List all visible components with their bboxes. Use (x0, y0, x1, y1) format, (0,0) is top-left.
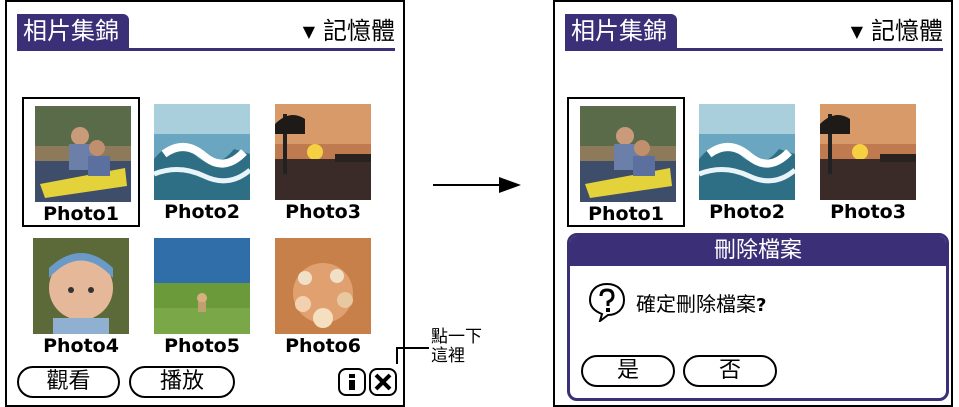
category-dropdown[interactable]: ▼ 記憶體 (303, 14, 395, 48)
photo-label: Photo2 (709, 201, 785, 223)
title-underline (565, 48, 943, 51)
title-underline (17, 48, 395, 51)
dialog-message: 確定刪除檔案? (636, 288, 766, 317)
category-dropdown[interactable]: ▼ 記憶體 (851, 14, 943, 48)
photo-thumbnail-3[interactable]: Photo3 (264, 97, 382, 227)
dialog-message-text: 確定刪除檔案 (636, 292, 756, 316)
photo-thumbnail-3[interactable]: Photo3 (809, 97, 927, 227)
delete-confirm-dialog: 刪除檔案 確定刪除檔案? 是 否 (567, 233, 949, 401)
photo-thumbnail-2[interactable]: Photo2 (143, 97, 261, 227)
dialog-title: 刪除檔案 (570, 236, 946, 266)
sunset-photo-image (820, 104, 916, 200)
photo-label: Photo3 (830, 201, 906, 223)
photo-thumbnail-1[interactable]: Photo1 (22, 97, 140, 227)
no-button[interactable]: 否 (683, 355, 777, 387)
photo-album-screen: 相片集錦 ▼ 記憶體 Photo1 Photo2 Photo3 Photo4 Ph… (5, 0, 405, 407)
app-title: 相片集錦 (565, 14, 677, 48)
info-button[interactable] (338, 368, 366, 396)
photo-label: Photo5 (164, 335, 240, 357)
right-arrow-icon (433, 177, 521, 193)
dialog-question-mark: ? (756, 295, 767, 316)
question-icon (588, 282, 626, 322)
wave-photo-image (699, 104, 795, 200)
info-icon (349, 374, 355, 390)
view-button[interactable]: 觀看 (17, 366, 120, 398)
callout-leader-icon (396, 347, 429, 364)
category-label: 記憶體 (871, 17, 943, 45)
wave-photo-image (154, 104, 250, 200)
boat-photo-image (35, 106, 131, 202)
photo-label: Photo1 (43, 203, 119, 225)
field-photo-image (154, 238, 250, 334)
kids-circle-photo-image (275, 238, 371, 334)
dropdown-triangle-icon: ▼ (302, 22, 315, 41)
category-label: 記憶體 (323, 17, 395, 45)
app-title: 相片集錦 (17, 14, 129, 48)
boat-photo-image (580, 106, 676, 202)
sunset-photo-image (275, 104, 371, 200)
title-bar: 相片集錦 ▼ 記憶體 (565, 14, 943, 52)
photo-thumbnail-6[interactable]: Photo6 (264, 231, 382, 361)
photo-thumbnail-2[interactable]: Photo2 (688, 97, 806, 227)
dropdown-triangle-icon: ▼ (850, 22, 863, 41)
title-bar: 相片集錦 ▼ 記憶體 (17, 14, 395, 52)
callout-text: 點一下 這裡 (431, 328, 482, 366)
photo-label: Photo6 (285, 335, 361, 357)
photo-label: Photo4 (43, 335, 119, 357)
callout-line-2: 這裡 (431, 346, 465, 366)
photo-thumbnail-5[interactable]: Photo5 (143, 231, 261, 361)
yes-button[interactable]: 是 (581, 355, 675, 387)
photo-label: Photo3 (285, 201, 361, 223)
click-here-callout: 點一下 這裡 (383, 326, 503, 386)
photo-label: Photo1 (588, 203, 664, 225)
play-button[interactable]: 播放 (129, 366, 235, 398)
photo-label: Photo2 (164, 201, 240, 223)
photo-album-screen-confirm: 相片集錦 ▼ 記憶體 Photo1 Photo2 Photo3 刪除檔案 確定刪除… (553, 0, 953, 407)
photo-thumbnail-4[interactable]: Photo4 (22, 231, 140, 361)
photo-thumbnail-1[interactable]: Photo1 (567, 97, 685, 227)
callout-line-1: 點一下 (431, 327, 482, 347)
baby-photo-image (33, 238, 129, 334)
